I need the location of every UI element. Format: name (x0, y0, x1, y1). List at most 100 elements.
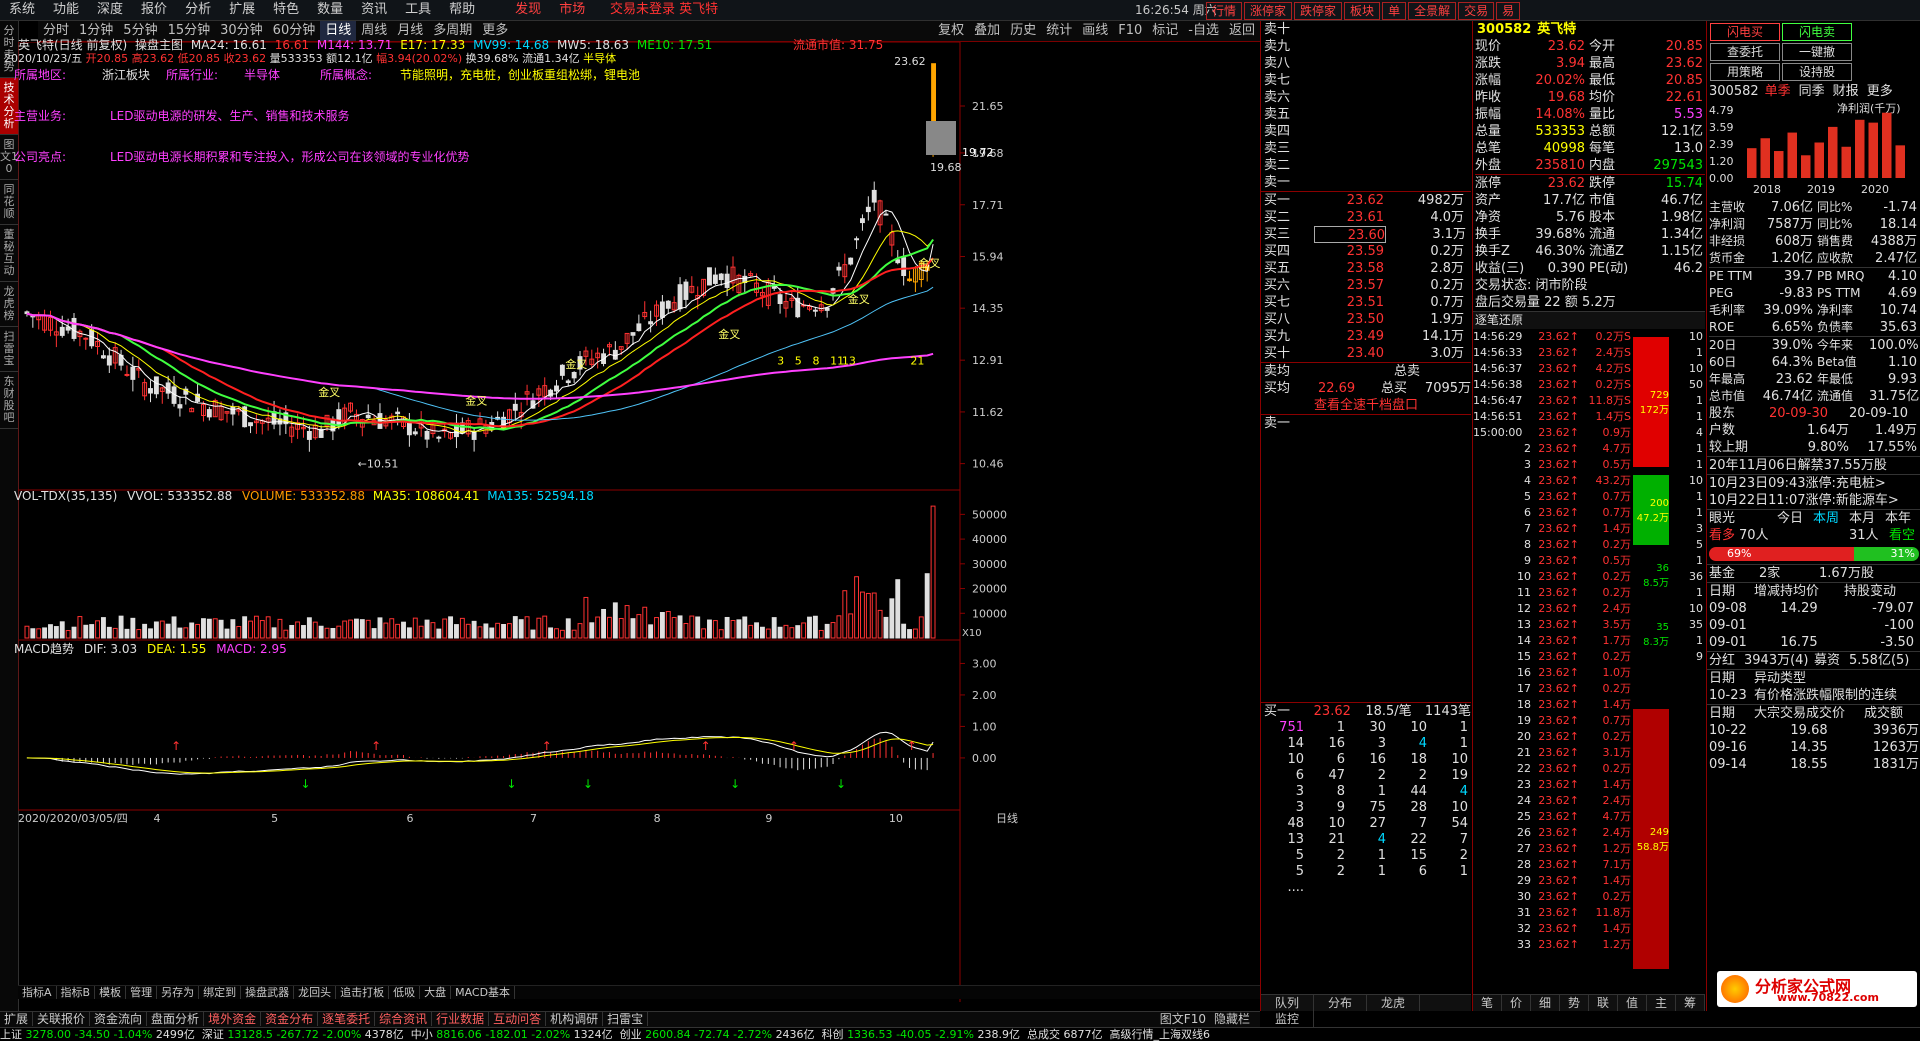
indicator-tab-8[interactable]: 追击打板 (336, 986, 390, 999)
fin-tab-2[interactable]: 财报 (1833, 84, 1859, 99)
toolbar-button-5[interactable]: F10 (1113, 21, 1147, 41)
indicator-tab-4[interactable]: 另存为 (157, 986, 200, 999)
toolbar-button-8[interactable]: 返回 (1224, 21, 1260, 41)
fin-button-1[interactable]: 闪电卖 (1782, 23, 1852, 41)
buy-row-4[interactable]: 买五 23.58 2.8万 (1264, 260, 1471, 277)
buy-row-8[interactable]: 买九 23.49 14.1万 (1264, 328, 1471, 345)
function-tab-1[interactable]: 关联报价 (33, 1012, 91, 1026)
quote-tab-2[interactable]: 细 (1531, 995, 1560, 1011)
top-right-button-4[interactable]: 单 (1382, 2, 1407, 20)
menu-item-8[interactable]: 资讯 (352, 0, 396, 20)
quote-tab-3[interactable]: 势 (1560, 995, 1589, 1011)
left-tab-4[interactable]: 董秘互动 (0, 225, 18, 282)
fin-tab-0[interactable]: 单季 (1765, 84, 1791, 99)
eye-tab-0[interactable]: 今日 (1777, 511, 1803, 526)
indicator-tab-3[interactable]: 管理 (126, 986, 158, 999)
eye-tab-1[interactable]: 本周 (1813, 511, 1839, 526)
toolbar-button-0[interactable]: 复权 (933, 21, 969, 41)
menu-item-9[interactable]: 工具 (396, 0, 440, 20)
menu-hot-0[interactable]: 发现 (506, 0, 550, 20)
menu-item-3[interactable]: 报价 (132, 0, 176, 20)
function-tab-4[interactable]: 境外资金 (204, 1012, 262, 1026)
order-book-tab-3[interactable]: 监控 (1261, 1011, 1314, 1027)
indicator-tab-5[interactable]: 绑定到 (199, 986, 242, 999)
fin-button-2[interactable]: 查委托 (1710, 43, 1780, 61)
fin-tab-1[interactable]: 同季 (1799, 84, 1825, 99)
top-right-button-7[interactable]: 易 (1496, 2, 1521, 20)
quote-tab-4[interactable]: 联 (1589, 995, 1618, 1011)
toolbar-button-7[interactable]: -自选 (1183, 21, 1224, 41)
menu-item-0[interactable]: 系统 (0, 0, 44, 20)
top-right-button-2[interactable]: 跌停家 (1294, 2, 1343, 20)
function-tab-6[interactable]: 逐笔委托 (318, 1012, 376, 1026)
buy-row-7[interactable]: 买八 23.50 1.9万 (1264, 311, 1471, 328)
eye-tab-2[interactable]: 本月 (1849, 511, 1875, 526)
function-tab-8[interactable]: 行业数据 (432, 1012, 490, 1026)
top-right-button-1[interactable]: 涨停家 (1244, 2, 1293, 20)
order-book-tab-1[interactable]: 分布 (1314, 995, 1367, 1011)
menu-item-1[interactable]: 功能 (44, 0, 88, 20)
menu-item-6[interactable]: 特色 (264, 0, 308, 20)
buy-row-3[interactable]: 买四 23.59 0.2万 (1264, 243, 1471, 260)
function-tab-3[interactable]: 盘面分析 (147, 1012, 205, 1026)
toolbar-button-2[interactable]: 历史 (1005, 21, 1041, 41)
buy-row-2[interactable]: 买三 23.60 3.1万 (1264, 226, 1471, 243)
function-tab-0[interactable]: 扩展 (0, 1012, 34, 1026)
order-book-tab-2[interactable]: 龙虎 (1367, 995, 1420, 1011)
left-tab-5[interactable]: 龙虎榜 (0, 282, 18, 327)
toolbar-button-3[interactable]: 统计 (1041, 21, 1077, 41)
function-tab-2[interactable]: 资金流向 (90, 1012, 148, 1026)
indicator-tab-7[interactable]: 龙回头 (294, 986, 337, 999)
left-tab-3[interactable]: 同花顺 (0, 180, 18, 225)
fin-button-4[interactable]: 用策略 (1710, 63, 1780, 81)
indicator-tab-2[interactable]: 模板 (95, 986, 127, 999)
left-tab-6[interactable]: 扫雷宝 (0, 327, 18, 372)
kline-chart-area[interactable]: 21.65 19.68 17.71 15.94 14.35 12.91 11.62 10.46… (4, 38, 1260, 1002)
bottom-right-tab-0[interactable]: 图文F10 (1156, 1012, 1210, 1026)
buy-row-5[interactable]: 买六 23.57 0.2万 (1264, 277, 1471, 294)
fin-button-3[interactable]: 一键撤 (1782, 43, 1852, 61)
indicator-tab-10[interactable]: 大盘 (420, 986, 452, 999)
eye-tab-3[interactable]: 本年 (1885, 511, 1911, 526)
top-right-button-5[interactable]: 全景解 (1408, 2, 1457, 20)
left-tab-7[interactable]: 东财股吧 (0, 372, 18, 429)
order-book-tab-0[interactable]: 队列 (1261, 995, 1314, 1011)
indicator-tab-6[interactable]: 操盘武器 (241, 986, 295, 999)
indicator-tab-11[interactable]: MACD基本 (451, 986, 516, 999)
bottom-right-tab-1[interactable]: 隐藏栏 (1210, 1012, 1254, 1026)
menu-item-4[interactable]: 分析 (176, 0, 220, 20)
buy-row-9[interactable]: 买十 23.40 3.0万 (1264, 345, 1471, 362)
menu-item-5[interactable]: 扩展 (220, 0, 264, 20)
indicator-tab-1[interactable]: 指标B (56, 986, 96, 999)
toolbar-button-4[interactable]: 画线 (1077, 21, 1113, 41)
quote-tab-5[interactable]: 值 (1618, 995, 1647, 1011)
function-tab-10[interactable]: 机构调研 (546, 1012, 604, 1026)
quote-tab-6[interactable]: 主 (1647, 995, 1676, 1011)
function-tab-11[interactable]: 扫雷宝 (603, 1012, 649, 1026)
menu-item-2[interactable]: 深度 (88, 0, 132, 20)
indicator-tab-9[interactable]: 低吸 (389, 986, 421, 999)
news-item-0[interactable]: 10月23日09:43涨停:充电桩> (1709, 475, 1920, 492)
full-depth-link[interactable]: 查看全速千档盘口 (1261, 397, 1471, 414)
fin-button-0[interactable]: 闪电买 (1710, 23, 1780, 41)
toolbar-button-6[interactable]: 标记 (1147, 21, 1183, 41)
top-right-button-0[interactable]: 行情 (1206, 2, 1243, 20)
quote-tab-0[interactable]: 笔 (1473, 995, 1502, 1011)
fin-button-5[interactable]: 设持股 (1782, 63, 1852, 81)
menu-item-10[interactable]: 帮助 (440, 0, 484, 20)
buy-row-1[interactable]: 买二 23.61 4.0万 (1264, 209, 1471, 226)
fin-tab-3[interactable]: 更多 (1867, 84, 1893, 99)
top-right-button-6[interactable]: 交易 (1458, 2, 1495, 20)
quote-tab-7[interactable]: 筹 (1676, 995, 1705, 1011)
top-right-button-3[interactable]: 板块 (1344, 2, 1381, 20)
menu-item-7[interactable]: 数量 (308, 0, 352, 20)
buy-row-6[interactable]: 买七 23.51 0.7万 (1264, 294, 1471, 311)
buy-row-0[interactable]: 买一 23.62 4982万 (1264, 192, 1471, 209)
news-item-1[interactable]: 10月22日11:07涨停:新能源车> (1709, 492, 1920, 509)
menu-hot-1[interactable]: 市场 (550, 0, 594, 20)
kline-svg[interactable]: 21.65 19.68 17.71 15.94 14.35 12.91 11.62 10.46… (18, 42, 1260, 1002)
function-tab-7[interactable]: 综合资讯 (375, 1012, 433, 1026)
quote-tab-1[interactable]: 价 (1502, 995, 1531, 1011)
function-tab-5[interactable]: 资金分布 (261, 1012, 319, 1026)
toolbar-button-1[interactable]: 叠加 (969, 21, 1005, 41)
